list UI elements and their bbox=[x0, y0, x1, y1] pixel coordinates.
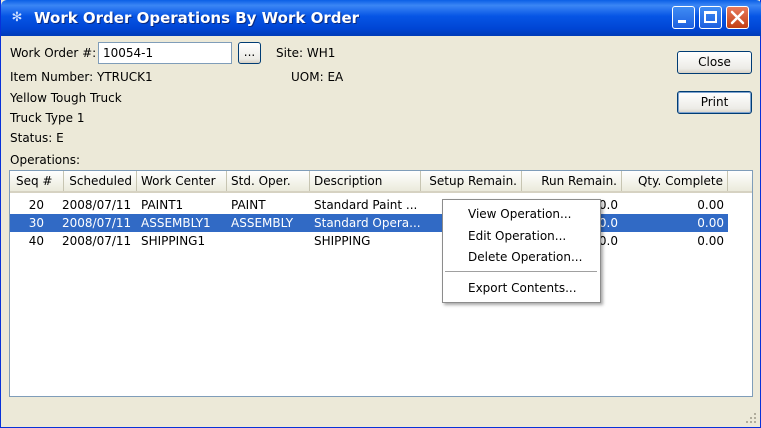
work-order-label: Work Order #: bbox=[10, 46, 97, 60]
column-header-qty-complete[interactable]: Qty. Complete bbox=[622, 171, 728, 191]
cell-seq: 30 bbox=[28, 216, 44, 230]
uom-label: UOM: EA bbox=[291, 70, 344, 84]
cell-qty-complete: 0.00 bbox=[697, 216, 724, 230]
column-header-description[interactable]: Description bbox=[310, 171, 421, 191]
title-bar[interactable]: ✻ Work Order Operations By Work Order bbox=[1, 0, 761, 36]
table-row[interactable]: 40 2008/07/11 SHIPPING1 SHIPPING .0.0 0.… bbox=[10, 232, 728, 250]
close-icon bbox=[730, 10, 745, 25]
menu-item-delete-operation[interactable]: Delete Operation... bbox=[443, 247, 600, 267]
print-button[interactable]: Print bbox=[677, 91, 752, 114]
cell-description: Standard Opera... bbox=[314, 216, 421, 230]
site-label: Site: WH1 bbox=[276, 46, 336, 60]
cell-scheduled: 2008/07/11 bbox=[62, 234, 132, 248]
table-header: Seq # Scheduled Work Center Std. Oper. D… bbox=[10, 171, 752, 193]
cell-work-center: ASSEMBLY1 bbox=[141, 216, 211, 230]
cell-work-center: SHIPPING1 bbox=[141, 234, 206, 248]
minimize-button[interactable] bbox=[672, 6, 695, 29]
cell-std-oper: PAINT bbox=[231, 198, 266, 212]
column-header-scheduled[interactable]: Scheduled bbox=[64, 171, 137, 191]
work-order-input[interactable]: 10054-1 bbox=[98, 42, 232, 64]
cell-std-oper bbox=[227, 232, 310, 250]
cell-description: Standard Paint ... bbox=[314, 198, 418, 212]
table-row-selected[interactable]: 30 2008/07/11 ASSEMBLY1 ASSEMBLY Standar… bbox=[10, 214, 728, 232]
item-description-1: Yellow Tough Truck bbox=[10, 91, 122, 105]
column-header-work-center[interactable]: Work Center bbox=[137, 171, 227, 191]
cluster-icon: ✻ bbox=[11, 10, 23, 25]
resize-grip-icon[interactable] bbox=[745, 412, 757, 424]
cell-scheduled: 2008/07/11 bbox=[62, 216, 132, 230]
cell-qty-complete: 0.00 bbox=[697, 198, 724, 212]
context-menu: View Operation... Edit Operation... Dele… bbox=[442, 199, 601, 303]
cell-std-oper: ASSEMBLY bbox=[231, 216, 294, 230]
cell-work-center: PAINT1 bbox=[141, 198, 184, 212]
minimize-icon bbox=[678, 20, 686, 23]
column-header-std-oper[interactable]: Std. Oper. bbox=[227, 171, 310, 191]
menu-item-export-contents[interactable]: Export Contents... bbox=[443, 278, 600, 298]
window-title: Work Order Operations By Work Order bbox=[34, 9, 360, 27]
cell-seq: 40 bbox=[28, 234, 44, 248]
column-header-run-remain[interactable]: Run Remain. bbox=[522, 171, 622, 191]
cell-qty-complete: 0.00 bbox=[697, 234, 724, 248]
work-order-lookup-button[interactable]: ... bbox=[238, 42, 261, 64]
table-row[interactable]: 20 2008/07/11 PAINT1 PAINT Standard Pain… bbox=[10, 196, 728, 214]
close-button[interactable]: Close bbox=[677, 51, 752, 74]
menu-separator bbox=[445, 271, 597, 272]
column-header-setup-remain[interactable]: Setup Remain. bbox=[421, 171, 522, 191]
close-window-button[interactable] bbox=[726, 6, 749, 29]
column-header-seq[interactable]: Seq # bbox=[10, 171, 64, 191]
maximize-icon bbox=[704, 11, 717, 23]
cell-description: SHIPPING bbox=[314, 234, 371, 248]
operations-label: Operations: bbox=[10, 153, 81, 167]
item-number-label: Item Number: YTRUCK1 bbox=[10, 70, 153, 84]
operations-table[interactable]: Seq # Scheduled Work Center Std. Oper. D… bbox=[9, 170, 753, 397]
status-label: Status: E bbox=[10, 131, 64, 145]
menu-item-edit-operation[interactable]: Edit Operation... bbox=[443, 226, 600, 246]
maximize-button[interactable] bbox=[699, 6, 722, 29]
window: ✻ Work Order Operations By Work Order Wo… bbox=[0, 0, 761, 428]
cell-scheduled: 2008/07/11 bbox=[62, 198, 132, 212]
menu-item-view-operation[interactable]: View Operation... bbox=[443, 204, 600, 224]
cell-seq: 20 bbox=[28, 198, 44, 212]
item-description-2: Truck Type 1 bbox=[10, 111, 85, 125]
